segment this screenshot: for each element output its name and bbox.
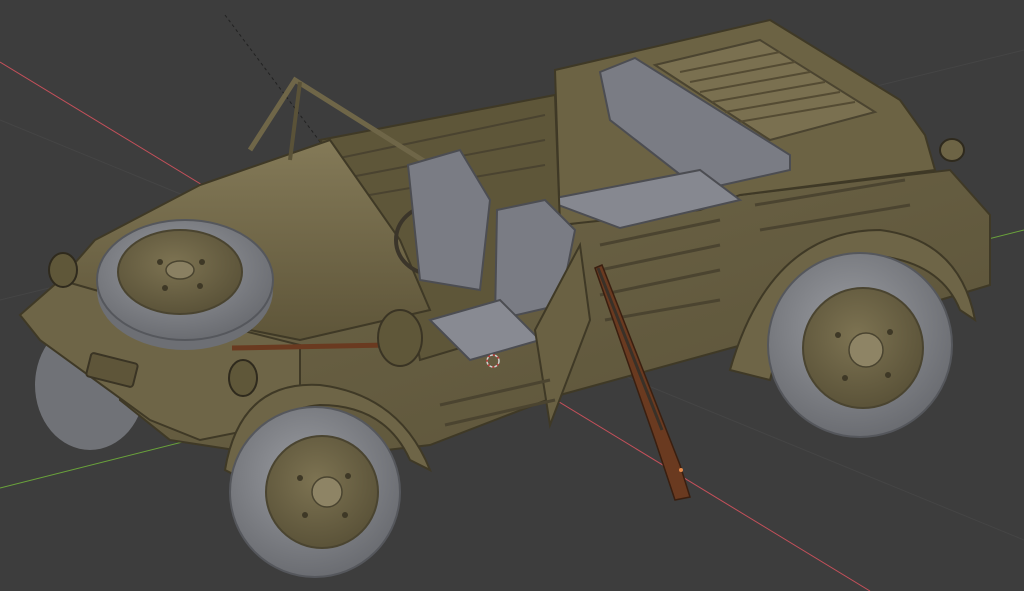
windshield-post <box>288 81 302 161</box>
rear-taillight <box>939 138 965 162</box>
spare-tire <box>96 219 274 350</box>
shovel-blade <box>377 309 423 367</box>
3d-viewport[interactable] <box>0 0 1024 591</box>
shovel-handle <box>231 342 391 351</box>
right-headlight <box>228 359 258 397</box>
front-right-wheel <box>229 406 401 578</box>
rear-right-wheel <box>767 252 953 438</box>
viewport-scene[interactable] <box>0 0 1024 591</box>
object-origin-dot <box>679 468 683 472</box>
kubelwagen-model[interactable] <box>18 18 991 578</box>
left-headlight <box>48 252 78 288</box>
